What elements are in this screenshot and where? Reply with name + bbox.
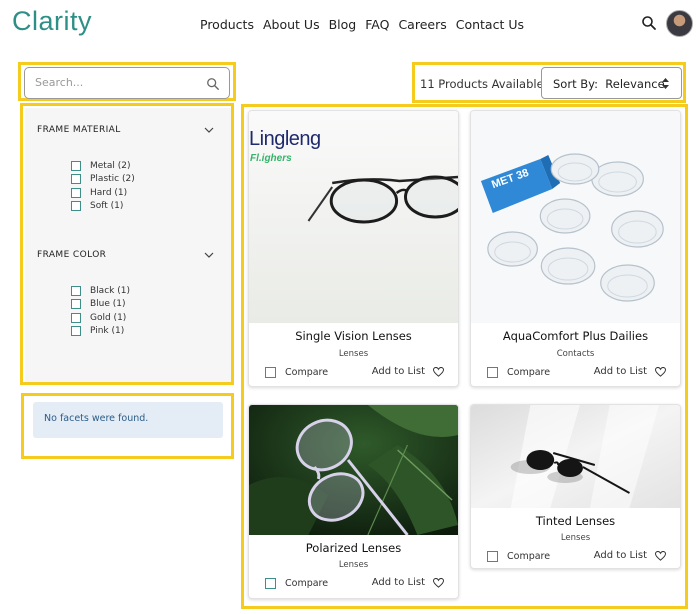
add-to-list-button[interactable]: Add to List	[594, 366, 666, 377]
brand-logo-text: Lingleng	[249, 128, 321, 150]
facet-option-metal[interactable]: Metal (2)	[71, 160, 130, 172]
product-name[interactable]: AquaComfort Plus Dailies	[471, 329, 680, 343]
facet-title-frame-material[interactable]: FRAME MATERIAL	[37, 125, 121, 135]
product-category: Lenses	[338, 349, 369, 359]
product-image-contacts[interactable]	[471, 111, 680, 323]
add-to-list-button[interactable]: Add to List	[372, 577, 444, 588]
heart-icon[interactable]	[433, 577, 444, 588]
product-card[interactable]: Polarized Lenses Lenses Compare Add to L…	[248, 404, 459, 599]
compare-checkbox[interactable]: Compare	[487, 367, 550, 378]
product-category: Lenses	[338, 560, 369, 570]
facet-option-pink[interactable]: Pink (1)	[71, 325, 124, 337]
checkbox[interactable]	[265, 578, 276, 589]
user-avatar[interactable]	[666, 10, 693, 37]
search-icon[interactable]	[641, 15, 657, 31]
no-facets-message: No facets were found.	[33, 402, 223, 438]
checkbox[interactable]	[265, 367, 276, 378]
product-image-polarized[interactable]	[249, 405, 458, 535]
facet-option-label: Soft (1)	[90, 201, 124, 211]
facet-option-plastic[interactable]: Plastic (2)	[71, 173, 135, 185]
facet-option-soft[interactable]: Soft (1)	[71, 200, 123, 212]
nav-blog[interactable]: Blog	[329, 17, 357, 32]
heart-icon[interactable]	[433, 366, 444, 377]
facet-option-label: Hard (1)	[90, 188, 128, 198]
product-count: 11 Products Available	[420, 77, 544, 91]
product-category: Lenses	[560, 533, 591, 543]
sort-value: Relevance	[605, 77, 665, 91]
checkbox[interactable]	[71, 174, 81, 184]
sort-arrows-icon	[662, 78, 669, 89]
nav-products[interactable]: Products	[200, 17, 254, 32]
product-name[interactable]: Single Vision Lenses	[249, 329, 458, 343]
facet-title-frame-color[interactable]: FRAME COLOR	[37, 250, 106, 260]
product-name[interactable]: Tinted Lenses	[471, 514, 680, 528]
search-icon[interactable]	[206, 77, 220, 91]
nav-faq[interactable]: FAQ	[365, 17, 389, 32]
main-nav: Products About Us Blog FAQ Careers Conta…	[200, 17, 524, 32]
product-category: Contacts	[556, 349, 595, 359]
heart-icon[interactable]	[655, 366, 666, 377]
checkbox[interactable]	[71, 313, 81, 323]
checkbox[interactable]	[71, 286, 81, 296]
checkbox[interactable]	[71, 299, 81, 309]
compare-label: Compare	[507, 367, 551, 378]
compare-checkbox[interactable]: Compare	[265, 578, 328, 589]
compare-label: Compare	[285, 578, 329, 589]
facet-option-black[interactable]: Black (1)	[71, 285, 130, 297]
add-to-list-button[interactable]: Add to List	[372, 366, 444, 377]
nav-careers[interactable]: Careers	[398, 17, 446, 32]
product-image-tinted[interactable]	[471, 405, 680, 508]
product-card[interactable]: MET 38 AquaComfort Plus Dailies Contacts…	[470, 110, 681, 387]
facet-option-hard[interactable]: Hard (1)	[71, 187, 127, 199]
checkbox[interactable]	[487, 367, 498, 378]
product-name[interactable]: Polarized Lenses	[249, 541, 458, 555]
checkbox[interactable]	[71, 326, 81, 336]
product-card[interactable]: Lingleng Fl.ighers Single Vision Lenses …	[248, 110, 459, 387]
heart-icon[interactable]	[655, 550, 666, 561]
checkbox[interactable]	[487, 551, 498, 562]
facet-option-label: Pink (1)	[90, 326, 125, 336]
nav-about-us[interactable]: About Us	[263, 17, 320, 32]
facet-option-label: Metal (2)	[90, 161, 131, 171]
checkbox[interactable]	[71, 161, 81, 171]
product-card[interactable]: Tinted Lenses Lenses Compare Add to List	[470, 404, 681, 569]
compare-label: Compare	[285, 367, 329, 378]
compare-label: Compare	[507, 551, 551, 562]
add-to-list-label: Add to List	[593, 366, 647, 377]
facets-panel: FRAME MATERIAL Metal (2) Plastic (2) Har…	[25, 108, 231, 382]
checkbox[interactable]	[71, 188, 81, 198]
chevron-down-icon[interactable]	[204, 126, 214, 134]
add-to-list-label: Add to List	[371, 366, 425, 377]
add-to-list-label: Add to List	[371, 577, 425, 588]
facet-option-label: Blue (1)	[90, 299, 126, 309]
facet-option-label: Plastic (2)	[90, 174, 135, 184]
search-input[interactable]	[35, 76, 195, 89]
facet-option-label: Gold (1)	[90, 313, 127, 323]
search-field[interactable]	[24, 67, 230, 99]
facet-option-label: Black (1)	[90, 286, 130, 296]
compare-checkbox[interactable]: Compare	[265, 367, 328, 378]
add-to-list-button[interactable]: Add to List	[594, 550, 666, 561]
facet-option-gold[interactable]: Gold (1)	[71, 312, 126, 324]
nav-contact-us[interactable]: Contact Us	[456, 17, 524, 32]
chevron-down-icon[interactable]	[204, 251, 214, 259]
add-to-list-label: Add to List	[593, 550, 647, 561]
sort-label: Sort By: Relevance	[553, 77, 665, 91]
checkbox[interactable]	[71, 201, 81, 211]
brand-sub-text: Fl.ighers	[250, 153, 292, 164]
site-logo[interactable]: Clarity	[12, 6, 92, 37]
compare-checkbox[interactable]: Compare	[487, 551, 550, 562]
sort-select[interactable]: Sort By: Relevance	[541, 67, 682, 99]
facet-option-blue[interactable]: Blue (1)	[71, 298, 126, 310]
